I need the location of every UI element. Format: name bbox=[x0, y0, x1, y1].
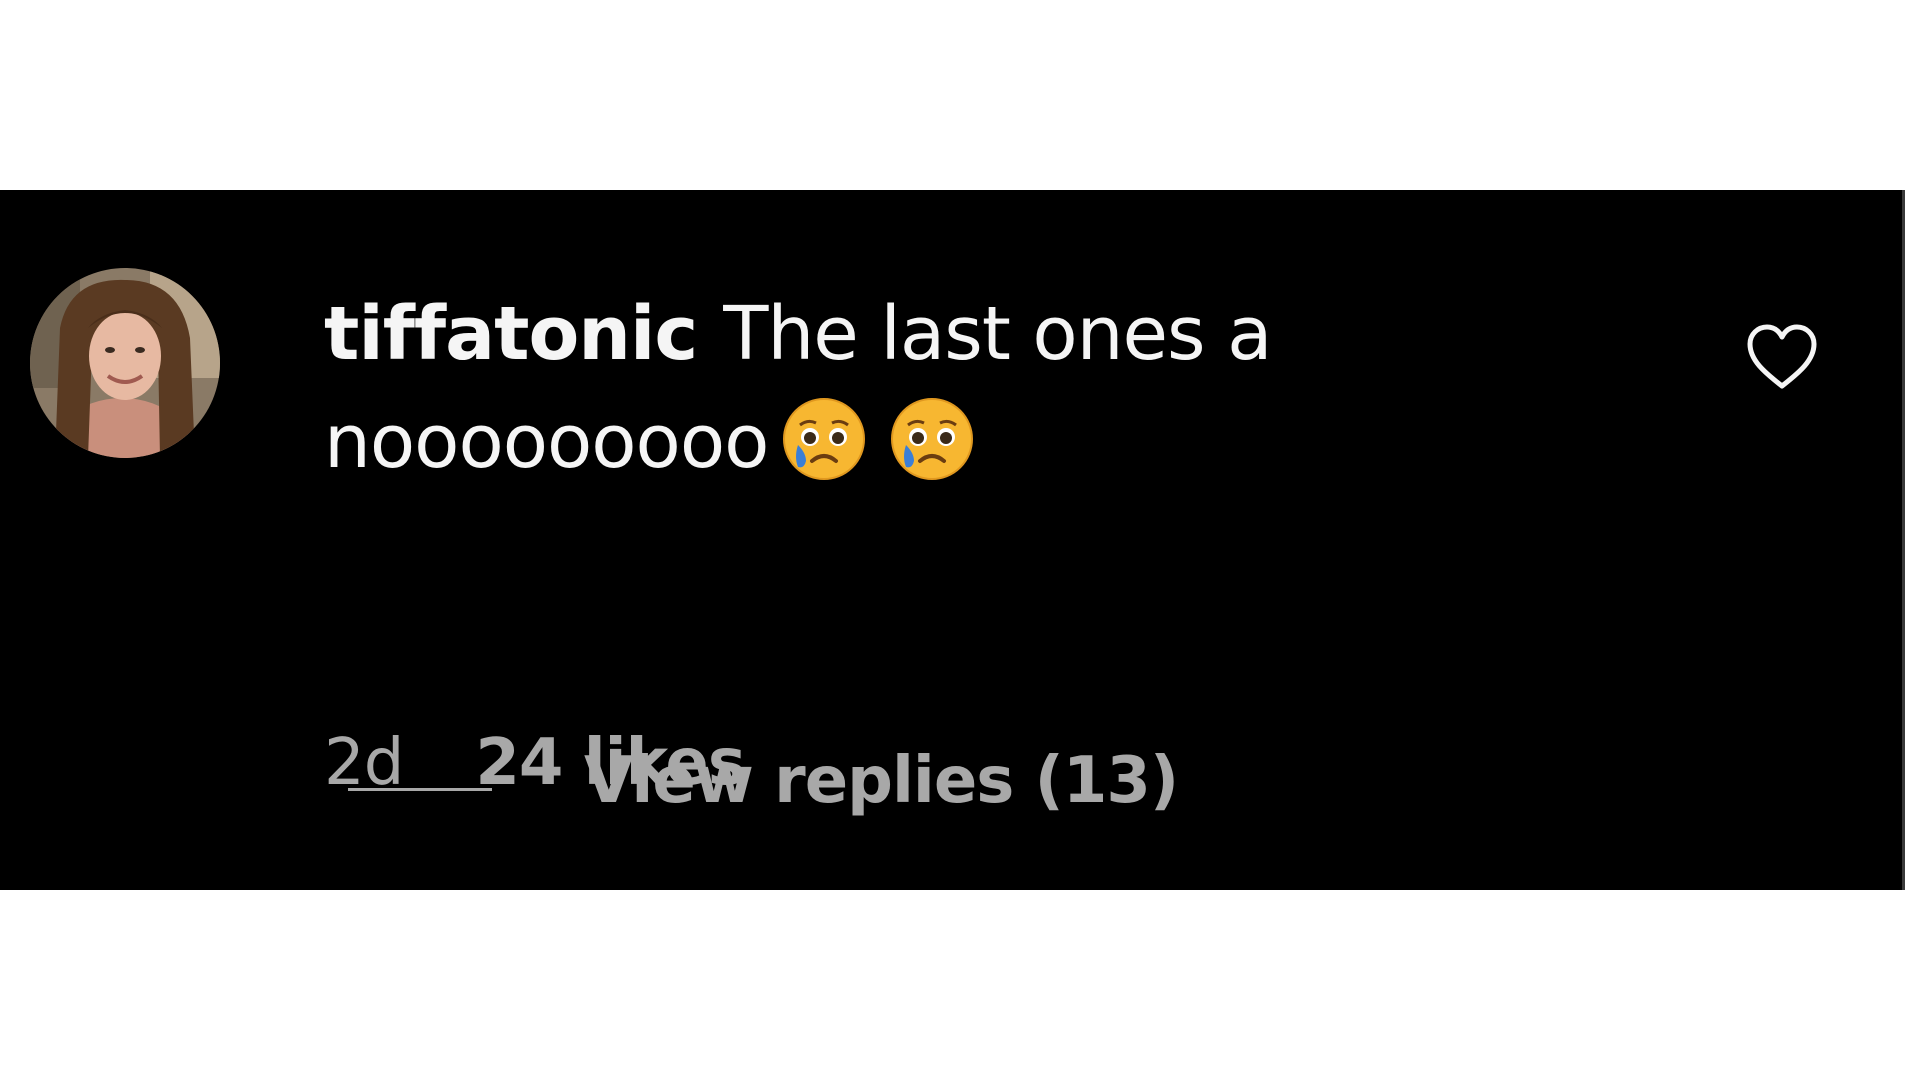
comment-text-block: tiffatonic The last ones a nooooooooo bbox=[324, 280, 1684, 496]
crying-face-icon bbox=[890, 397, 974, 481]
avatar[interactable] bbox=[30, 268, 220, 458]
heart-outline-icon[interactable] bbox=[1744, 322, 1820, 392]
comment-panel: tiffatonic The last ones a nooooooooo 2d… bbox=[0, 190, 1902, 890]
view-replies-button[interactable]: View replies (13) bbox=[584, 744, 1179, 818]
panel-edge-divider bbox=[1902, 190, 1905, 890]
comment-username[interactable]: tiffatonic bbox=[324, 291, 698, 377]
crying-face-icon bbox=[782, 397, 866, 481]
replies-divider-line bbox=[348, 788, 492, 791]
avatar-photo bbox=[30, 268, 220, 458]
